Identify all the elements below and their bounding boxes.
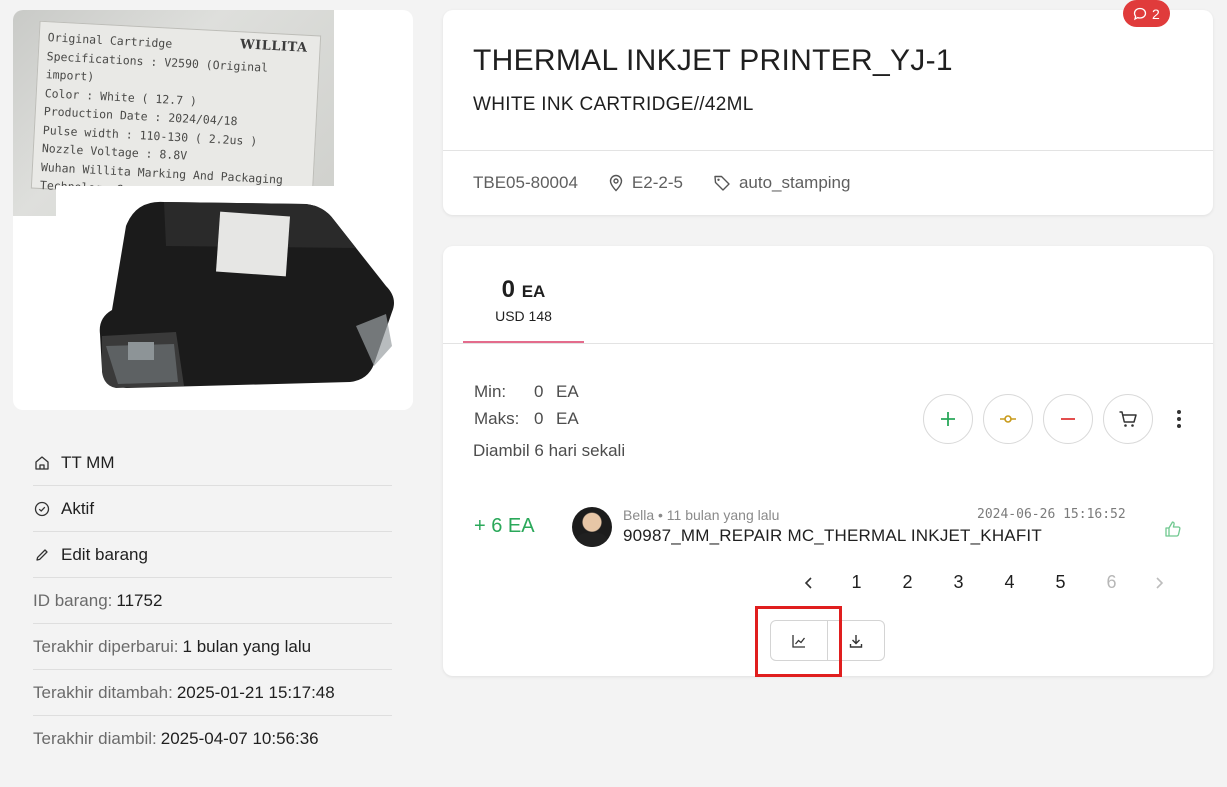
min-unit: EA xyxy=(556,382,579,401)
page-3-link[interactable]: 3 xyxy=(933,572,984,593)
pagination: 1 2 3 4 5 6 xyxy=(787,572,1181,593)
download-button[interactable] xyxy=(827,621,884,660)
product-photo[interactable]: WILLITA Original Cartridge Specification… xyxy=(13,10,413,410)
item-id-value: 11752 xyxy=(116,590,163,610)
last-taken-label: Terakhir diambil: xyxy=(33,729,157,748)
chevron-right-icon xyxy=(1137,576,1181,590)
history-description: 90987_MM_REPAIR MC_THERMAL INKJET_KHAFIT xyxy=(623,526,1042,545)
stock-quantity-value: 0 xyxy=(501,276,516,303)
remove-stock-button[interactable] xyxy=(1043,394,1093,444)
last-taken-row: Terakhir diambil: 2025-04-07 10:56:36 xyxy=(33,716,392,762)
page-2-link[interactable]: 2 xyxy=(882,572,933,593)
page-5-link[interactable]: 5 xyxy=(1035,572,1086,593)
item-id-row: ID barang: 11752 xyxy=(33,578,392,624)
last-updated-value: 1 bulan yang lalu xyxy=(182,636,312,656)
item-header-card: 2 THERMAL INKJET PRINTER_YJ-1 WHITE INK … xyxy=(443,0,1213,215)
last-updated-row: Terakhir diperbarui: 1 bulan yang lalu xyxy=(33,624,392,670)
page-1-link[interactable]: 1 xyxy=(831,572,882,593)
last-added-label: Terakhir ditambah: xyxy=(33,682,173,702)
stock-quantity: 0 EA xyxy=(463,276,584,304)
edit-item-label: Edit barang xyxy=(61,544,148,564)
minus-icon xyxy=(1061,418,1075,420)
last-updated-label: Terakhir diperbarui: xyxy=(33,636,179,656)
item-meta: TBE05-80004 E2-2-5 auto_stamping xyxy=(473,173,880,193)
last-taken-value: 2025-04-07 10:56:36 xyxy=(160,729,319,748)
label-sticker: WILLITA Original Cartridge Specification… xyxy=(30,20,322,204)
item-tag[interactable]: auto_stamping xyxy=(713,173,851,193)
max-value: 0 xyxy=(534,409,544,428)
thumbs-up-icon[interactable] xyxy=(1164,520,1182,543)
cartridge-photo xyxy=(56,186,413,410)
divider xyxy=(443,150,1213,151)
item-location[interactable]: E2-2-5 xyxy=(608,173,683,193)
status-row[interactable]: Aktif xyxy=(33,486,392,532)
history-timestamp: 2024-06-26 15:16:52 xyxy=(977,507,1126,522)
line-chart-icon xyxy=(792,634,806,648)
cart-icon xyxy=(1119,411,1137,427)
pencil-icon xyxy=(33,546,51,564)
item-subtitle: WHITE INK CARTRIDGE//42ML xyxy=(473,94,754,115)
item-code-value: TBE05-80004 xyxy=(473,173,578,192)
min-value: 0 xyxy=(534,382,544,401)
max-unit: EA xyxy=(556,409,579,428)
max-label: Maks: xyxy=(474,409,520,428)
more-vertical-icon[interactable] xyxy=(1169,404,1189,434)
history-tools xyxy=(770,620,885,661)
edit-item-link[interactable]: Edit barang xyxy=(33,532,392,578)
adjust-stock-button[interactable] xyxy=(983,394,1033,444)
stock-unit: EA xyxy=(521,282,546,301)
stock-card: 0 EA USD 148 Min: 0 EA Maks: 0 EA Diambi… xyxy=(443,246,1213,676)
page-6-current: 6 xyxy=(1106,572,1117,592)
plus-icon xyxy=(941,412,955,426)
warehouse-name: TT MM xyxy=(61,452,115,472)
item-tag-value: auto_stamping xyxy=(738,173,851,192)
stock-price: USD 148 xyxy=(495,308,552,324)
home-icon xyxy=(33,454,51,472)
add-stock-button[interactable] xyxy=(923,394,973,444)
check-circle-icon xyxy=(33,500,51,518)
status-label: Aktif xyxy=(61,498,95,518)
comments-badge[interactable]: 2 xyxy=(1123,0,1170,27)
chat-bubble-icon xyxy=(1133,7,1147,20)
last-added-value: 2025-01-21 15:17:48 xyxy=(176,682,335,702)
download-icon xyxy=(849,634,863,648)
last-added-row: Terakhir ditambah: 2025-01-21 15:17:48 xyxy=(33,670,392,716)
commit-icon xyxy=(1000,415,1016,423)
chevron-left-icon[interactable] xyxy=(787,576,831,590)
order-button[interactable] xyxy=(1103,394,1153,444)
stock-actions xyxy=(923,394,1189,444)
item-title: THERMAL INKJET PRINTER_YJ-1 xyxy=(473,44,953,77)
tag-icon xyxy=(714,175,730,191)
avatar xyxy=(572,507,612,547)
min-max-info: Min: 0 EA Maks: 0 EA xyxy=(474,378,579,432)
take-frequency: Diambil 6 hari sekali xyxy=(473,441,626,460)
page-4-link[interactable]: 4 xyxy=(984,572,1035,593)
divider xyxy=(443,343,1213,344)
warehouse-row[interactable]: TT MM xyxy=(33,440,392,486)
map-pin-icon xyxy=(609,174,623,192)
comments-count: 2 xyxy=(1152,5,1160,22)
chart-button[interactable] xyxy=(771,621,827,660)
item-location-value: E2-2-5 xyxy=(631,173,683,192)
tab-stock-unit[interactable]: 0 EA USD 148 xyxy=(463,274,584,343)
item-code: TBE05-80004 xyxy=(473,173,578,193)
min-label: Min: xyxy=(474,382,507,401)
history-delta: + 6 EA xyxy=(474,515,535,537)
item-info-list: TT MM Aktif Edit barang ID barang: 11752… xyxy=(33,440,392,762)
item-id-label: ID barang: xyxy=(33,590,113,610)
label-brand: WILLITA xyxy=(239,37,308,56)
history-meta: Bella • 11 bulan yang lalu xyxy=(623,507,780,523)
history-entry: + 6 EA Bella • 11 bulan yang lalu 90987_… xyxy=(474,504,1194,554)
